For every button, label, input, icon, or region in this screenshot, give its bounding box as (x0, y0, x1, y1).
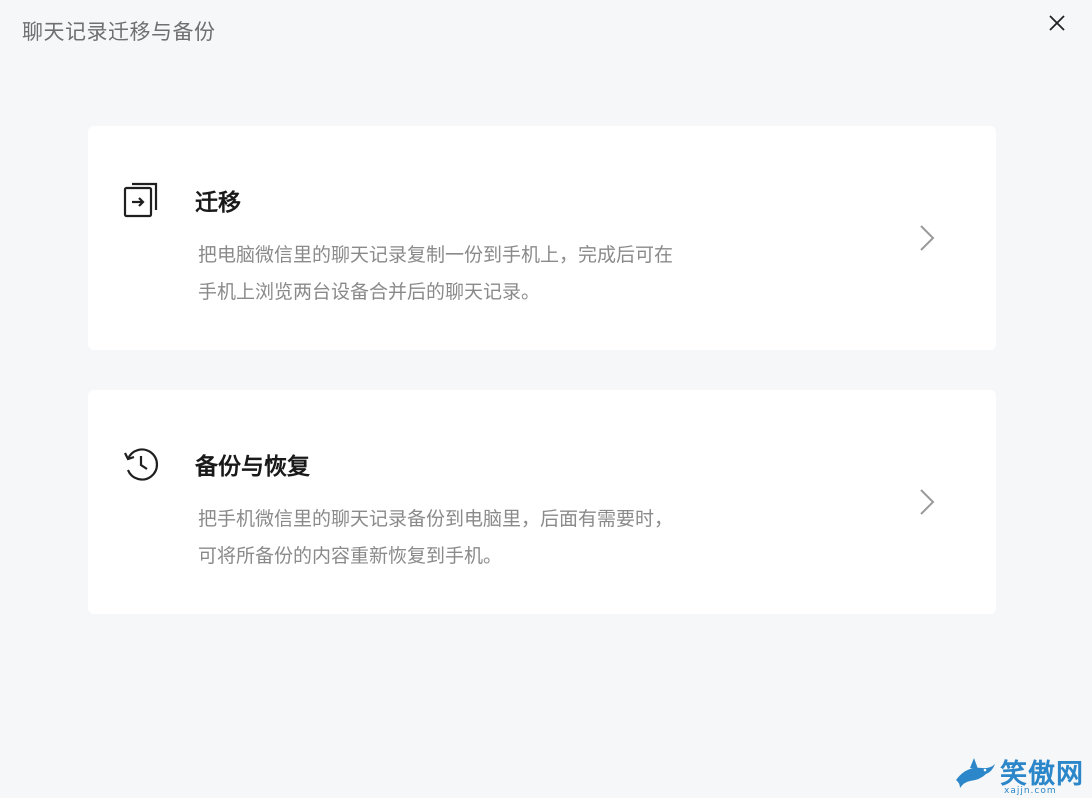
backup-restore-card[interactable]: 备份与恢复 把手机微信里的聊天记录备份到电脑里，后面有需要时， 可将所备份的内容… (88, 390, 996, 614)
backup-restore-description: 把手机微信里的聊天记录备份到电脑里，后面有需要时， 可将所备份的内容重新恢复到手… (198, 501, 818, 575)
migrate-description: 把电脑微信里的聊天记录复制一份到手机上，完成后可在 手机上浏览两台设备合并后的聊… (198, 237, 818, 311)
backup-desc-line-2: 可将所备份的内容重新恢复到手机。 (198, 545, 503, 567)
backup-restore-title: 备份与恢复 (195, 454, 310, 480)
close-button[interactable] (1042, 8, 1072, 38)
migrate-backup-window: 聊天记录迁移与备份 迁移 把电脑微信里的聊天记录复制一份到手机上，完成后可在 手… (0, 0, 1092, 798)
backup-desc-line-1: 把手机微信里的聊天记录备份到电脑里，后面有需要时， (198, 508, 674, 530)
window-title: 聊天记录迁移与备份 (22, 20, 216, 44)
chevron-right-icon (920, 489, 935, 515)
chevron-right-icon (920, 225, 935, 251)
watermark-subtext: xajjn.com (1004, 786, 1057, 796)
watermark: 笑傲网 xajjn.com (952, 750, 1088, 798)
history-restore-icon (124, 448, 159, 481)
shark-logo-icon (956, 758, 995, 788)
migrate-title: 迁移 (195, 190, 241, 216)
close-icon (1049, 15, 1065, 31)
migrate-desc-line-2: 手机上浏览两台设备合并后的聊天记录。 (198, 281, 541, 303)
migrate-desc-line-1: 把电脑微信里的聊天记录复制一份到手机上，完成后可在 (198, 244, 674, 266)
migrate-card[interactable]: 迁移 把电脑微信里的聊天记录复制一份到手机上，完成后可在 手机上浏览两台设备合并… (88, 126, 996, 350)
migrate-icon (123, 182, 158, 218)
